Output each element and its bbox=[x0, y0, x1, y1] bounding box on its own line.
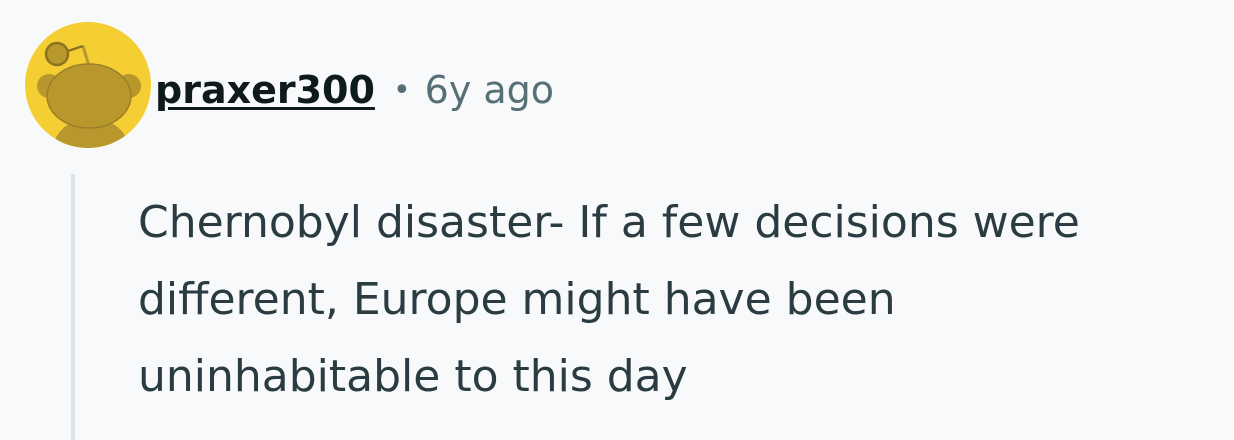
meta-separator: • bbox=[392, 72, 411, 108]
comment-body: Chernobyl disaster- If a few decisions w… bbox=[138, 197, 1080, 402]
username-link[interactable]: praxer300 bbox=[155, 68, 375, 112]
comment-meta: praxer300 • 6y ago bbox=[155, 64, 554, 116]
thread-collapse-line[interactable] bbox=[71, 174, 75, 440]
timestamp[interactable]: 6y ago bbox=[425, 68, 554, 112]
comment: praxer300 • 6y ago Chernobyl disaster- I… bbox=[0, 0, 1234, 440]
snoo-avatar-icon[interactable] bbox=[25, 22, 151, 148]
